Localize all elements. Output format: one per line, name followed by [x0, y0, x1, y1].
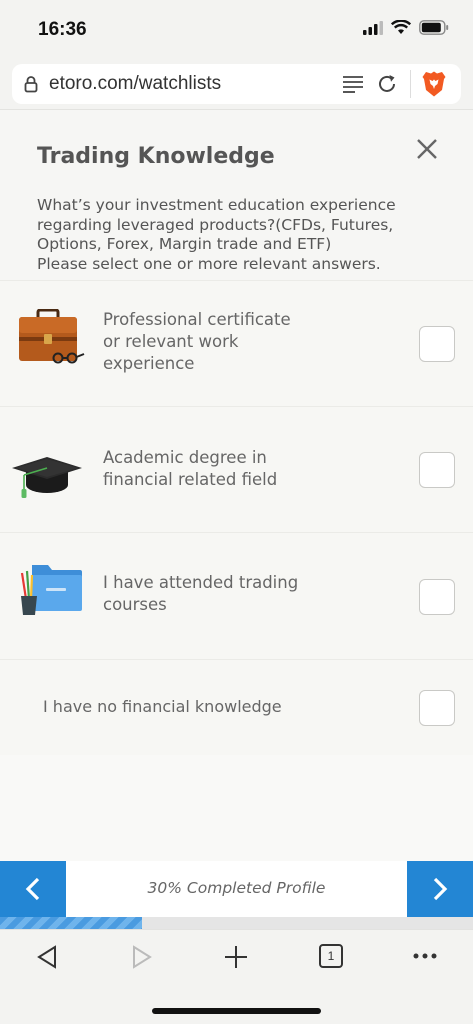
option-no-knowledge[interactable]: I have no financial knowledge: [0, 659, 473, 755]
wifi-icon: [391, 20, 411, 34]
question-line: What’s your investment education experie…: [37, 196, 396, 214]
option-label-line: or relevant work: [103, 332, 239, 351]
option-label-line: Professional certificate: [103, 310, 291, 329]
chevron-right-icon: [433, 877, 448, 901]
next-button[interactable]: [407, 861, 473, 917]
progress-fill: [0, 917, 142, 929]
new-tab-icon[interactable]: [224, 944, 248, 970]
option-label-line: experience: [103, 354, 195, 373]
address-bar[interactable]: etoro.com/watchlists: [12, 64, 461, 104]
folder-icon: [20, 565, 82, 615]
reader-mode-icon[interactable]: [341, 74, 365, 94]
brave-shield-icon[interactable]: [421, 70, 447, 98]
close-icon[interactable]: [416, 138, 438, 160]
option-checkbox[interactable]: [419, 690, 455, 726]
more-icon[interactable]: [413, 952, 437, 960]
dialog-question: What’s your investment education experie…: [37, 196, 447, 274]
status-icons: [363, 20, 449, 35]
tabs-button[interactable]: 1: [319, 944, 343, 968]
reload-icon[interactable]: [376, 73, 398, 95]
progress-track: [0, 917, 473, 929]
option-checkbox[interactable]: [419, 326, 455, 362]
dialog-header: Trading Knowledge What’s your investment…: [0, 110, 473, 280]
status-time: 16:36: [38, 19, 87, 40]
option-label: Professional certificate or relevant wor…: [103, 309, 291, 375]
question-line: Please select one or more relevant answe…: [37, 254, 381, 273]
question-line: regarding leveraged products?(CFDs, Futu…: [37, 215, 394, 234]
progress-label: 30% Completed Profile: [147, 879, 326, 897]
question-line: Options, Forex, Margin trade and ETF): [37, 235, 332, 253]
previous-button[interactable]: [0, 861, 66, 917]
chevron-left-icon: [25, 877, 40, 901]
option-label-line: financial related field: [103, 470, 278, 489]
option-label-line: Academic degree in: [103, 448, 267, 467]
option-checkbox[interactable]: [419, 452, 455, 488]
option-trading-courses[interactable]: I have attended trading courses: [0, 532, 473, 659]
option-label: I have attended trading courses: [103, 572, 298, 616]
option-label: Academic degree in financial related fie…: [103, 447, 277, 491]
option-label-line: courses: [103, 595, 167, 614]
graduation-cap-icon: [12, 457, 82, 498]
progress-footer: 30% Completed Profile: [0, 861, 473, 917]
signal-icon: [363, 20, 383, 35]
forward-icon[interactable]: [130, 944, 154, 970]
back-icon[interactable]: [35, 944, 59, 970]
option-label: I have no financial knowledge: [43, 696, 282, 718]
option-checkbox[interactable]: [419, 579, 455, 615]
briefcase-icon: [19, 309, 85, 364]
tab-count: 1: [327, 949, 335, 963]
browser-address-area: etoro.com/watchlists: [0, 58, 473, 110]
battery-icon: [419, 20, 449, 35]
dialog-title: Trading Knowledge: [37, 144, 275, 169]
divider: [410, 70, 411, 98]
status-bar: 16:36: [0, 0, 473, 58]
home-indicator: [152, 1008, 321, 1014]
option-label-line: I have no financial knowledge: [43, 697, 282, 716]
option-academic-degree[interactable]: Academic degree in financial related fie…: [0, 406, 473, 532]
lock-icon: [24, 76, 38, 93]
url-text[interactable]: etoro.com/watchlists: [49, 73, 221, 95]
option-label-line: I have attended trading: [103, 573, 299, 592]
option-professional-certificate[interactable]: Professional certificate or relevant wor…: [0, 280, 473, 406]
